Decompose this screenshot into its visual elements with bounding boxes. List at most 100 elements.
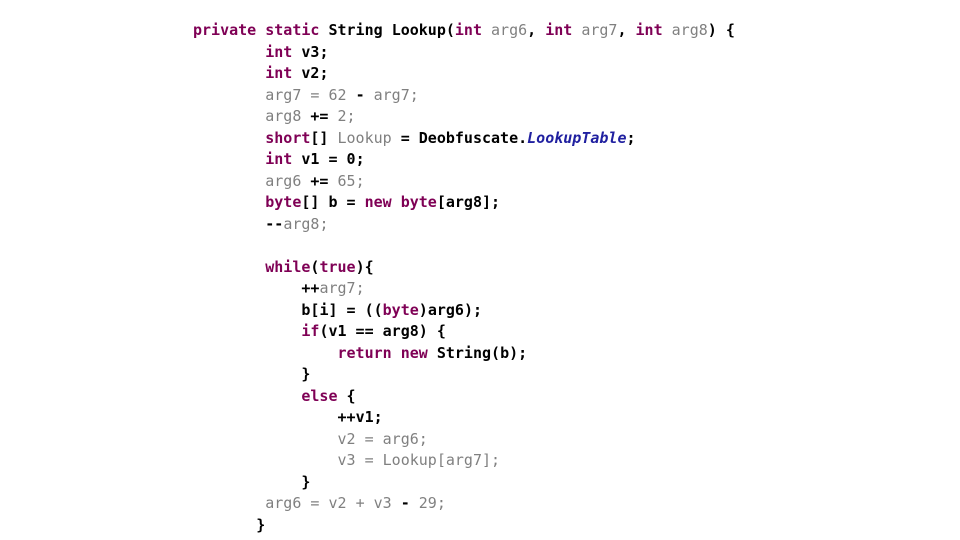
- code-token-kw: byte: [265, 193, 302, 211]
- code-token-punc: +=: [310, 171, 329, 190]
- code-token-punc: [428, 344, 437, 362]
- code-line: int v1 = 0;: [193, 149, 735, 171]
- code-token-ident: arg7: [265, 85, 302, 104]
- code-token-kw: int: [454, 21, 482, 39]
- code-token-ident: v3: [373, 494, 392, 512]
- code-token-numg: 2: [337, 107, 347, 125]
- code-token-field: LookupTable: [527, 128, 627, 147]
- code-token-punc: []: [301, 193, 320, 211]
- code-token-kw: if: [301, 322, 320, 340]
- code-token-punc: {: [337, 386, 356, 405]
- code-token-ident: arg6: [265, 494, 302, 512]
- code-token-punc: ;: [373, 408, 383, 426]
- code-viewer[interactable]: private static String Lookup(int arg6, i…: [0, 0, 960, 540]
- code-token-punc: ;: [319, 42, 329, 61]
- code-token-punc: +=: [310, 107, 329, 125]
- code-token-kw: int: [635, 21, 663, 39]
- code-token-punc: [663, 21, 672, 39]
- code-token-ident: v2: [328, 494, 347, 512]
- code-token-punc: ++: [301, 279, 320, 297]
- code-token-ident: ;: [436, 494, 446, 512]
- code-token-kw: static: [265, 21, 320, 39]
- code-token-kw: int: [265, 42, 293, 61]
- code-token-kw: int: [545, 21, 573, 39]
- code-line: }: [193, 364, 735, 386]
- code-line: if(v1 == arg8) {: [193, 321, 735, 343]
- code-line: }: [193, 472, 735, 494]
- code-token-kw: int: [265, 150, 293, 168]
- code-token-plain: arg8: [382, 322, 419, 340]
- code-line: int v2;: [193, 63, 735, 85]
- code-token-kw: new: [400, 343, 428, 362]
- code-block[interactable]: private static String Lookup(int arg6, i…: [193, 20, 735, 536]
- code-token-kw: byte: [400, 193, 437, 211]
- code-token-punc: ,: [527, 21, 546, 39]
- code-token-plain: v1: [301, 150, 320, 168]
- code-line: while(true){: [193, 257, 735, 279]
- code-token-kw: int: [265, 64, 293, 82]
- code-token-ident: [: [436, 451, 446, 469]
- code-token-punc: =: [319, 150, 347, 168]
- code-token-kw: while: [265, 257, 311, 276]
- code-token-ident: =: [301, 85, 329, 104]
- code-token-punc: ,: [617, 21, 636, 39]
- code-token-plain: b: [500, 343, 510, 362]
- code-token-punc: }: [256, 515, 266, 534]
- code-token-numg: 29: [418, 494, 437, 512]
- code-token-punc: ): [418, 300, 428, 319]
- code-token-plain: v2: [301, 64, 320, 82]
- code-line: }: [193, 515, 735, 537]
- code-token-ident: +: [355, 494, 365, 512]
- code-token-ident: v2: [337, 429, 356, 448]
- code-token-punc: ];: [482, 193, 501, 211]
- code-token-punc: );: [463, 300, 482, 319]
- code-token-plain: v3: [301, 42, 320, 61]
- code-token-punc: [256, 21, 265, 39]
- code-token-numg: 65: [337, 171, 356, 190]
- code-line: return new String(b);: [193, 343, 735, 365]
- code-token-ident: ];: [482, 451, 501, 469]
- code-token-ident: [347, 494, 356, 512]
- code-token-punc: [482, 21, 491, 39]
- code-token-ident: [328, 107, 337, 125]
- code-token-kw: new: [364, 193, 392, 211]
- code-token-ident: [347, 86, 356, 104]
- code-token-punc: }: [301, 365, 311, 383]
- code-token-ident: ;: [355, 171, 365, 190]
- code-token-punc: }: [301, 472, 311, 491]
- code-token-punc: ) {: [418, 322, 446, 340]
- code-token-punc: );: [509, 343, 528, 362]
- code-token-punc: (: [491, 343, 501, 362]
- code-token-ident: [392, 494, 401, 512]
- code-token-punc: -: [355, 85, 365, 104]
- code-line: else {: [193, 386, 735, 408]
- code-token-punc: .: [518, 128, 528, 147]
- code-token-punc: [392, 344, 401, 362]
- code-token-punc: [572, 21, 581, 39]
- code-token-ident: arg7: [445, 451, 482, 469]
- code-token-ident: [328, 172, 337, 190]
- code-token-ident: ;: [346, 107, 356, 125]
- code-token-ident: =: [355, 451, 383, 469]
- code-token-plain: Deobfuscate: [418, 128, 519, 147]
- code-line: short[] Lookup = Deobfuscate.LookupTable…: [193, 128, 735, 150]
- code-token-ident: arg7: [581, 21, 618, 39]
- code-token-kw: byte: [382, 300, 419, 319]
- code-token-ident: ;: [409, 85, 419, 104]
- code-token-punc: --: [265, 214, 284, 233]
- code-token-punc: ] = ((: [328, 300, 383, 319]
- code-token-punc: ==: [346, 322, 383, 340]
